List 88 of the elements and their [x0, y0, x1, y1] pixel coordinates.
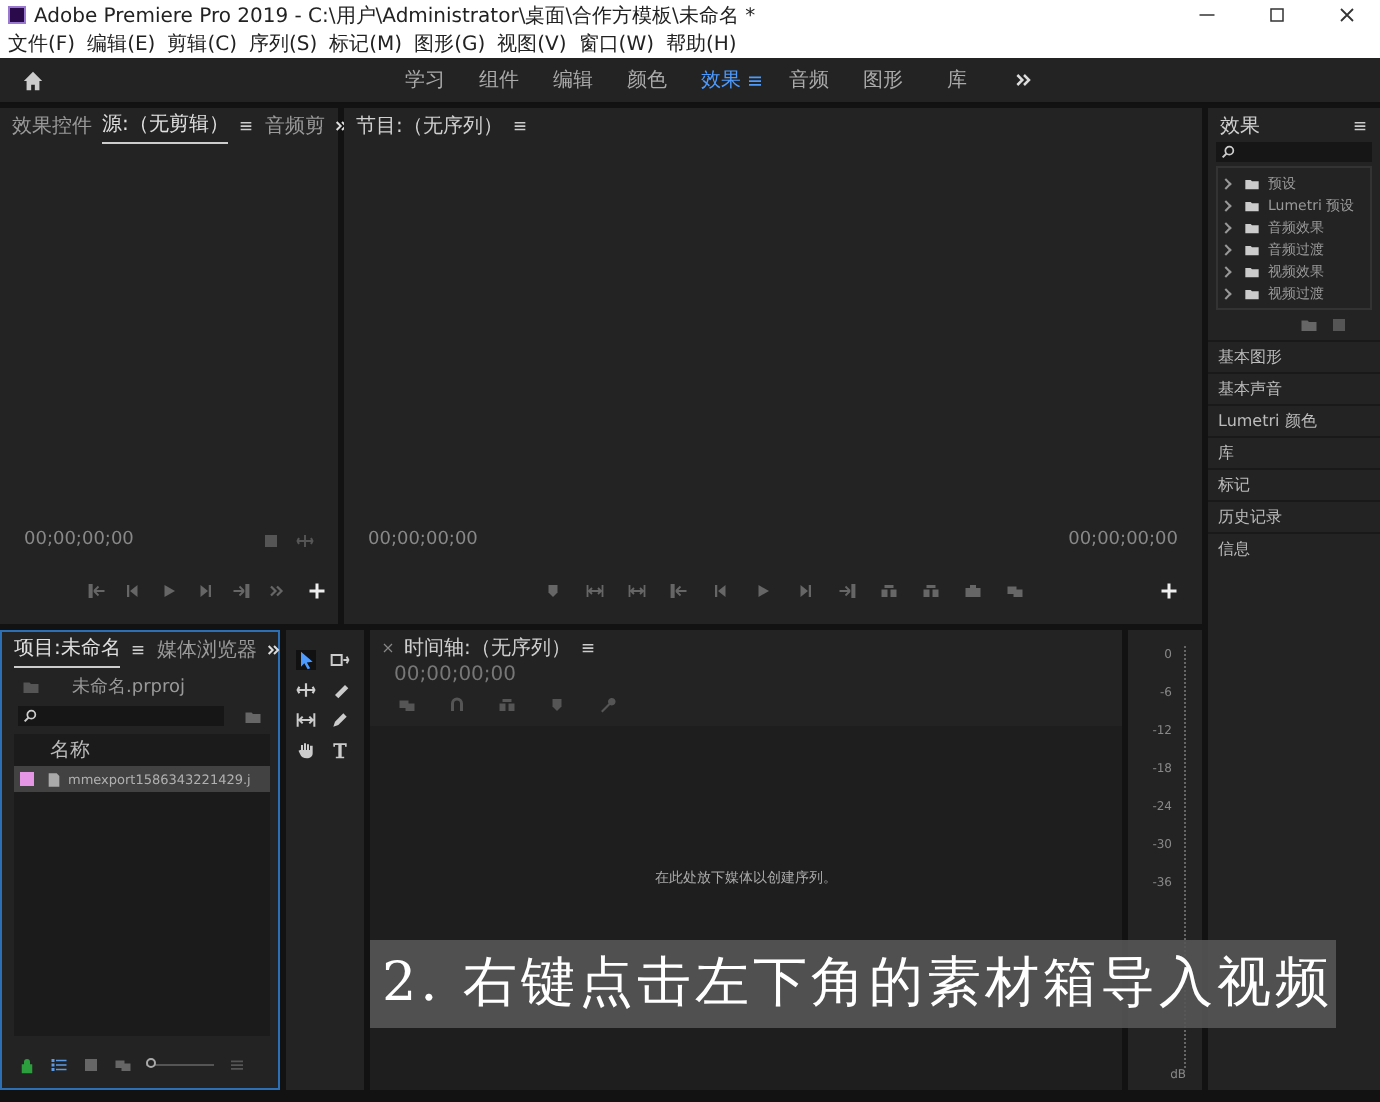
- panel-tab[interactable]: Lumetri 颜色: [1208, 404, 1380, 436]
- panel-menu-icon[interactable]: [1352, 117, 1368, 133]
- step-back-button[interactable]: [712, 581, 730, 599]
- timecode: 00;00;00;00: [24, 530, 134, 550]
- caption-overlay: 2. 右键点击左下角的素材箱导入视频: [370, 940, 1336, 1028]
- panel-tab[interactable]: 音频剪: [264, 107, 325, 143]
- window-title: Adobe Premiere Pro 2019 - C:\用户\Administrator\桌面\合作方模板\未命名 *: [34, 3, 756, 29]
- workspace-tab[interactable]: 组件: [462, 66, 536, 94]
- add-button[interactable]: [1160, 581, 1178, 599]
- panel-tab[interactable]: 信息: [1208, 532, 1380, 564]
- ripple-edit-tool[interactable]: [296, 680, 316, 700]
- workspace-tab[interactable]: 颜色: [610, 66, 684, 94]
- panel-tab[interactable]: 基本图形: [1208, 340, 1380, 372]
- menu-item[interactable]: 窗口(W): [578, 30, 654, 58]
- folder-icon: [22, 677, 40, 695]
- camera-icon[interactable]: [964, 581, 982, 599]
- type-tool[interactable]: [330, 740, 350, 760]
- more-workspaces-icon[interactable]: [1014, 70, 1034, 90]
- close-button[interactable]: [1338, 6, 1356, 24]
- panel-menu-icon[interactable]: [130, 641, 147, 657]
- menu-item[interactable]: 编辑(E): [87, 30, 156, 58]
- app-logo-icon: [8, 6, 26, 24]
- close-icon[interactable]: [382, 641, 394, 653]
- marker-button[interactable]: [544, 581, 562, 599]
- timecode: 00;00;00;00: [368, 530, 478, 550]
- workspace-tab[interactable]: 学习: [388, 66, 462, 94]
- panel-tab[interactable]: 库: [1208, 436, 1380, 468]
- maximize-button[interactable]: [1268, 6, 1286, 24]
- play-button[interactable]: [160, 581, 178, 599]
- timecode: 00;00;00;00: [392, 664, 519, 688]
- pen-tool[interactable]: [330, 710, 350, 730]
- icon-view-icon[interactable]: [82, 1055, 100, 1073]
- panel-tab[interactable]: 媒体浏览器: [156, 631, 257, 667]
- go-to-in-button[interactable]: [88, 581, 106, 599]
- column-header[interactable]: 名称: [14, 734, 270, 766]
- menu-item[interactable]: 剪辑(C): [167, 30, 237, 58]
- search-icon: [1220, 144, 1236, 160]
- panel-menu-icon[interactable]: [580, 639, 597, 655]
- timecode: 00;00;00;00: [1068, 530, 1178, 550]
- panel-tab[interactable]: 历史记录: [1208, 500, 1380, 532]
- home-icon[interactable]: [22, 69, 44, 91]
- slip-tool[interactable]: [296, 710, 316, 730]
- workspace-tab[interactable]: 图形: [846, 66, 920, 94]
- panel-title: 时间轴:（无序列）: [404, 635, 571, 663]
- more-controls-icon[interactable]: [268, 581, 286, 599]
- panel-tab[interactable]: 源:（无剪辑）: [102, 106, 229, 144]
- menu-icon[interactable]: [746, 71, 764, 89]
- search-field[interactable]: [1216, 142, 1372, 162]
- step-back-button[interactable]: [124, 581, 142, 599]
- play-button[interactable]: [754, 581, 772, 599]
- panel-tab[interactable]: 效果控件: [12, 107, 92, 143]
- panel-menu-icon[interactable]: [512, 117, 529, 133]
- list-view-icon[interactable]: [50, 1055, 68, 1073]
- razor-tool[interactable]: [330, 680, 350, 700]
- panel-tab[interactable]: 标记: [1208, 468, 1380, 500]
- panel-title: 效果: [1220, 113, 1260, 141]
- panel-title: 节目:（无序列）: [356, 113, 503, 141]
- search-icon: [22, 708, 38, 724]
- search-field[interactable]: [18, 706, 224, 726]
- go-to-out-button[interactable]: [232, 581, 250, 599]
- panel-tab[interactable]: 基本声音: [1208, 372, 1380, 404]
- selection-tool[interactable]: [296, 650, 316, 670]
- workspace-tab[interactable]: 编辑: [536, 66, 610, 94]
- panel-menu-icon[interactable]: [238, 117, 255, 133]
- menu-item[interactable]: 标记(M): [329, 30, 403, 58]
- slider-thumb[interactable]: [146, 1057, 156, 1067]
- panel-tab[interactable]: 项目:未命名: [14, 630, 121, 668]
- marker-button[interactable]: [548, 695, 566, 713]
- step-forward-button[interactable]: [196, 581, 214, 599]
- go-to-out-button[interactable]: [838, 581, 856, 599]
- hand-tool[interactable]: [296, 740, 316, 760]
- menu-item[interactable]: 图形(G): [414, 30, 486, 58]
- workspace-tab[interactable]: 库: [920, 66, 994, 94]
- go-to-in-button[interactable]: [670, 581, 688, 599]
- new-bin-icon[interactable]: [1300, 316, 1318, 334]
- more-panels-icon[interactable]: [266, 641, 283, 657]
- menu-item[interactable]: 文件(F): [8, 30, 76, 58]
- menu-item[interactable]: 序列(S): [248, 30, 318, 58]
- add-button[interactable]: [308, 581, 326, 599]
- project-file-name: 未命名.prproj: [72, 675, 185, 699]
- workspace-tab[interactable]: 音频: [772, 66, 846, 94]
- track-select-tool[interactable]: [330, 650, 350, 670]
- new-bin-icon[interactable]: [244, 707, 262, 725]
- step-forward-button[interactable]: [796, 581, 814, 599]
- menu-item[interactable]: 帮助(H): [666, 30, 737, 58]
- menu-item[interactable]: 视图(V): [497, 30, 567, 58]
- media-file-icon: [46, 771, 62, 787]
- lock-icon[interactable]: [18, 1055, 36, 1073]
